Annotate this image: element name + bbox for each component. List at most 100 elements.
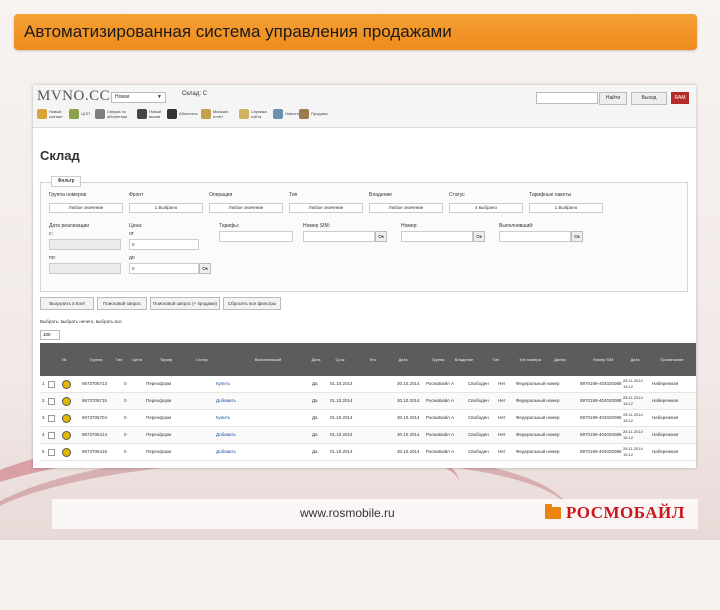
row-number: 1	[42, 381, 45, 386]
row-checkbox[interactable]	[48, 398, 55, 405]
status-link[interactable]: Добавить	[216, 427, 236, 443]
status-link[interactable]: Купить	[216, 376, 230, 392]
tariff-cell: Переоформ	[146, 449, 172, 454]
date-to-label: по:	[49, 255, 56, 261]
tariff-cell: Переоформ	[146, 432, 172, 437]
filter-label: Фронт	[129, 192, 144, 198]
column-header[interactable]: Дата	[308, 343, 324, 376]
date-cell: 01.10.2014	[330, 415, 353, 420]
table-row[interactable]: 1 9673705713 0 Переоформ Купить Да 01.10…	[40, 376, 696, 393]
owner-input[interactable]	[499, 231, 571, 242]
date-to-input[interactable]	[49, 263, 121, 274]
status-link[interactable]: Купить	[216, 410, 230, 426]
search-query-button[interactable]: Поисковой запрос	[97, 297, 147, 310]
date-from-input[interactable]	[49, 239, 121, 250]
nav-item-new-call[interactable]: Новый вызов	[137, 107, 163, 125]
column-header[interactable]: Примечание	[652, 343, 692, 376]
column-header[interactable]: Группа	[428, 343, 448, 376]
column-header[interactable]: Цена	[128, 343, 146, 376]
owner-cell: РосмоБайл А	[426, 381, 454, 386]
column-header[interactable]: Тип	[110, 343, 128, 376]
type-cell: Федеральный номер	[516, 432, 560, 437]
reset-filters-button[interactable]: Сбросить все фильтры	[223, 297, 281, 310]
type-cell: Федеральный номер	[516, 398, 560, 403]
state-cell: Свободен	[468, 432, 489, 437]
tariff-cell: Переоформ	[146, 398, 172, 403]
column-header[interactable]: Тип номера	[510, 343, 550, 376]
column-header[interactable]: Владение	[450, 343, 478, 376]
row-checkbox[interactable]	[48, 432, 55, 439]
filter-select-status[interactable]: 4 выбрано	[449, 203, 523, 213]
flag-cell: Да	[312, 415, 318, 420]
filter-select-ownership[interactable]: Любое значение	[369, 203, 443, 213]
sim-input[interactable]	[303, 231, 375, 242]
row-number: 5	[42, 449, 45, 454]
column-header[interactable]: Тип	[488, 343, 504, 376]
column-header[interactable]: Тариф	[152, 343, 180, 376]
nav-item-sales[interactable]: Продажи	[299, 107, 329, 125]
invoice-icon	[239, 109, 249, 119]
search-input[interactable]	[536, 92, 598, 104]
table-row[interactable]: 3 9673705704 0 Переоформ Купить Да 01.10…	[40, 410, 696, 427]
nav-item-news[interactable]: Новости	[273, 107, 300, 125]
filter-select-operation[interactable]: Любое значение	[209, 203, 283, 213]
filter-label: Тарифные пакеты	[529, 192, 572, 198]
status-link[interactable]: Добавить	[216, 393, 236, 409]
logout-button[interactable]: Выход	[631, 92, 667, 105]
column-header[interactable]: Дата	[624, 343, 646, 376]
row-number: 4	[42, 432, 45, 437]
top-select[interactable]: Новая ▼	[111, 92, 166, 103]
row-checkbox[interactable]	[48, 415, 55, 422]
table-row[interactable]: 4 9673705414 0 Переоформ Добавить Да 01.…	[40, 427, 696, 444]
table-row[interactable]: 5 9673705416 0 Переоформ Добавить Да 01.…	[40, 444, 696, 461]
folder-icon	[545, 504, 561, 519]
ok-button[interactable]: Ок	[571, 231, 583, 242]
search-button[interactable]: Найти	[599, 92, 627, 105]
ok-button[interactable]: Ок	[199, 263, 211, 274]
filter-panel: Фильтр Группа номеров Любое значение Фро…	[40, 176, 688, 292]
column-header[interactable]: Группа	[84, 343, 108, 376]
export-excel-button[interactable]: Выгрузить в Exel	[40, 297, 94, 310]
column-header[interactable]: Дилер	[545, 343, 575, 376]
filter-select-group[interactable]: Любое значение	[49, 203, 123, 213]
owner-cell: РосмоБайл А	[426, 449, 454, 454]
red-button[interactable]: RAM	[671, 92, 689, 104]
number-input[interactable]	[401, 231, 473, 242]
column-header[interactable]: Кто	[366, 343, 380, 376]
tariff-input[interactable]	[219, 231, 293, 242]
filter-select-front[interactable]: 1 Выбрано	[129, 203, 203, 213]
page-size-select[interactable]: 100	[40, 330, 60, 340]
ok-button[interactable]: Ок	[375, 231, 387, 242]
sales-icon	[299, 109, 309, 119]
filter-tab[interactable]: Фильтр	[51, 176, 81, 187]
column-header[interactable]: Срок	[332, 343, 348, 376]
price-to-input[interactable]: 0	[129, 263, 199, 274]
filter-select-tariff-packages[interactable]: 1 Выбрано	[529, 203, 603, 213]
ok-button[interactable]: Ок	[473, 231, 485, 242]
filter-select-type[interactable]: Любое значение	[289, 203, 363, 213]
column-header[interactable]: Статус	[190, 343, 214, 376]
column-header[interactable]: Номер SIM	[585, 343, 621, 376]
nav-item-invoice[interactable]: Справка счёта	[239, 107, 269, 125]
nav-item-cop[interactable]: ЦОП	[69, 107, 90, 125]
brand-name: РОСМОБАЙЛ	[566, 503, 685, 522]
table-row[interactable]: 2 9673705715 0 Переоформ Добавить Да 01.…	[40, 393, 696, 410]
nav-item-subscribers[interactable]: Абоненты	[167, 107, 198, 125]
column-header[interactable]: №	[54, 343, 74, 376]
nav-item-shop-report[interactable]: Магазин отчёт	[201, 107, 235, 125]
nav-item-reconcile[interactable]: Сверка по абонентам	[95, 107, 131, 125]
owner-cell: РосмоБайл А	[426, 398, 454, 403]
price-from-input[interactable]: 0	[129, 239, 199, 250]
row-checkbox[interactable]	[48, 381, 55, 388]
nav-label: Сверка по абонентам	[107, 109, 128, 119]
column-header[interactable]: Выполнивший	[245, 343, 291, 376]
app-logo: MVNO.CC	[37, 88, 111, 104]
nav-item-new-contact[interactable]: Новый контакт	[37, 107, 63, 125]
selection-controls[interactable]: Выбрать: выбрать ничего, выбрать все	[40, 319, 122, 324]
status-link[interactable]: Добавить	[216, 444, 236, 460]
column-header[interactable]: Дата	[395, 343, 411, 376]
row-checkbox[interactable]	[48, 449, 55, 456]
flag-cell: Да	[312, 398, 318, 403]
search-query-sales-button[interactable]: Поисковой запрос (+ продажи)	[150, 297, 220, 310]
footer-url[interactable]: www.rosmobile.ru	[300, 506, 395, 520]
